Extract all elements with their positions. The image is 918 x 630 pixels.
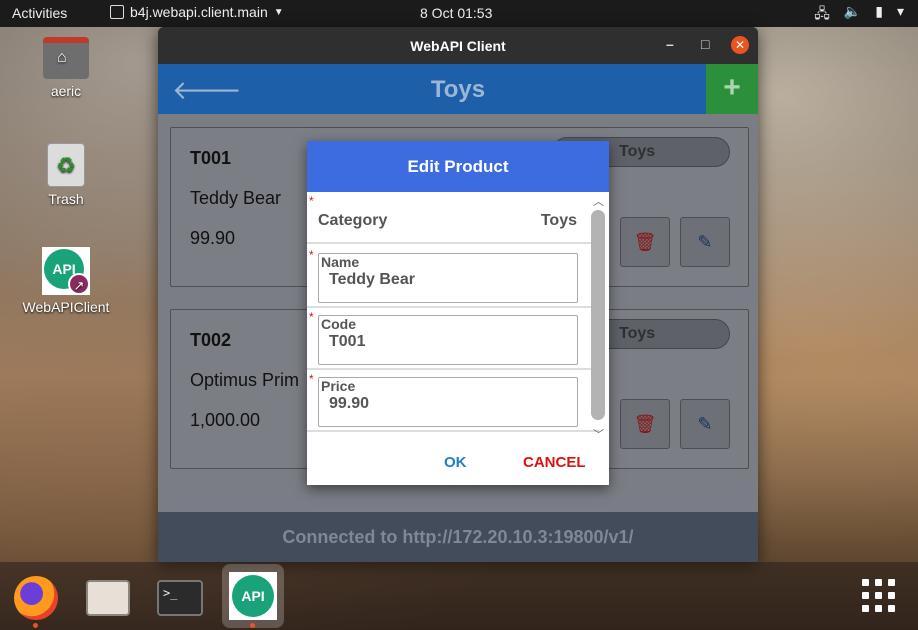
webapi-client-icon[interactable]: API <box>222 564 284 628</box>
firefox-icon[interactable] <box>8 568 64 624</box>
name-value: Teddy Bear <box>329 271 415 288</box>
dock: >_ API <box>0 562 918 630</box>
cancel-button[interactable]: CANCEL <box>523 454 586 471</box>
category-field[interactable]: Category Toys <box>307 196 599 244</box>
chevron-down-icon: ▼ <box>273 6 284 18</box>
desktop-icon-label: WebAPIClient <box>22 299 110 315</box>
api-gear-label: API <box>232 575 274 617</box>
top-bar: Activities b4j.webapi.client.main ▼ 8 Oc… <box>0 0 918 27</box>
price-value: 99.90 <box>329 395 370 412</box>
desktop-icon-label: Trash <box>48 191 84 207</box>
app-menu-label: b4j.webapi.client.main <box>130 4 268 20</box>
trash-icon: 🗑 <box>633 414 657 434</box>
edit-button[interactable]: ✎ <box>680 217 730 267</box>
edit-icon: ✎ <box>697 232 713 252</box>
product-code: T002 <box>190 330 232 350</box>
category-value: Toys <box>540 212 577 229</box>
page-title: Toys <box>430 76 486 103</box>
app-menu[interactable]: b4j.webapi.client.main ▼ <box>110 4 284 20</box>
app-header: 🡐 Toys + <box>158 64 758 114</box>
maximize-button[interactable]: □ <box>701 36 709 52</box>
code-value: T001 <box>329 333 366 350</box>
trash-icon: ♻ <box>47 143 85 187</box>
app-window-icon <box>110 5 124 19</box>
product-name: Teddy Bear <box>190 188 282 208</box>
product-name: Optimus Prim <box>190 370 300 390</box>
show-apps-icon[interactable] <box>862 579 896 613</box>
home-folder-icon: ⌂ <box>43 37 89 79</box>
api-app-icon: API ↗ <box>42 247 90 295</box>
minimize-button[interactable]: – <box>666 36 674 52</box>
system-tray[interactable]: 🖧 🔈 ▮ ▾ <box>814 3 904 27</box>
edit-button[interactable]: ✎ <box>680 399 730 449</box>
code-field-row: Code T001 <box>307 308 599 370</box>
code-label: Code <box>321 316 356 332</box>
code-field[interactable]: Code T001 <box>318 315 578 365</box>
activities-button[interactable]: Activities <box>12 5 67 21</box>
close-button[interactable]: ✕ <box>731 36 749 54</box>
delete-button[interactable]: 🗑 <box>620 217 670 267</box>
volume-icon[interactable]: 🔈 <box>844 3 861 27</box>
name-field-row: Name Teddy Bear <box>307 246 599 308</box>
add-product-button[interactable]: + <box>706 64 758 114</box>
dialog-title: Edit Product <box>307 141 609 192</box>
network-icon[interactable]: 🖧 <box>814 3 830 27</box>
terminal-prompt: >_ <box>157 580 203 616</box>
terminal-icon[interactable]: >_ <box>152 568 208 624</box>
dialog-body: * Category Toys * Name Teddy Bear * Code… <box>307 192 609 432</box>
battery-icon[interactable]: ▮ <box>875 3 883 27</box>
price-label: Price <box>321 378 356 394</box>
name-field[interactable]: Name Teddy Bear <box>318 253 578 303</box>
product-price: 1,000.00 <box>190 410 261 430</box>
price-field[interactable]: Price 99.90 <box>318 377 578 427</box>
desktop-icon-home[interactable]: ⌂ aeric <box>21 37 111 99</box>
price-field-row: Price 99.90 <box>307 370 599 432</box>
power-menu-icon[interactable]: ▾ <box>897 3 904 27</box>
desktop-icon-trash[interactable]: ♻ Trash <box>21 143 111 207</box>
shortcut-arrow-icon: ↗ <box>68 273 90 295</box>
desktop-icon-webapiclient[interactable]: API ↗ WebAPIClient <box>21 247 111 315</box>
edit-product-dialog: Edit Product * Category Toys * Name Tedd… <box>307 141 609 485</box>
ok-button[interactable]: OK <box>444 454 467 471</box>
product-code: T001 <box>190 148 232 168</box>
clock[interactable]: 8 Oct 01:53 <box>420 5 492 21</box>
connection-status: Connected to http://172.20.10.3:19800/v1… <box>158 512 758 562</box>
delete-button[interactable]: 🗑 <box>620 399 670 449</box>
trash-icon: 🗑 <box>633 232 657 252</box>
product-price: 99.90 <box>190 228 236 248</box>
scrollbar[interactable] <box>591 210 605 420</box>
running-indicator <box>250 623 255 628</box>
name-label: Name <box>321 254 360 270</box>
scroll-up-icon[interactable]: ︿ <box>593 193 604 209</box>
files-icon[interactable] <box>80 568 136 624</box>
running-indicator <box>33 623 38 628</box>
edit-icon: ✎ <box>697 414 713 434</box>
scroll-down-icon[interactable]: ﹀ <box>593 426 604 442</box>
window-titlebar[interactable]: WebAPI Client – □ ✕ <box>158 27 758 64</box>
desktop-icon-label: aeric <box>50 83 82 99</box>
category-label: Category <box>318 212 388 229</box>
